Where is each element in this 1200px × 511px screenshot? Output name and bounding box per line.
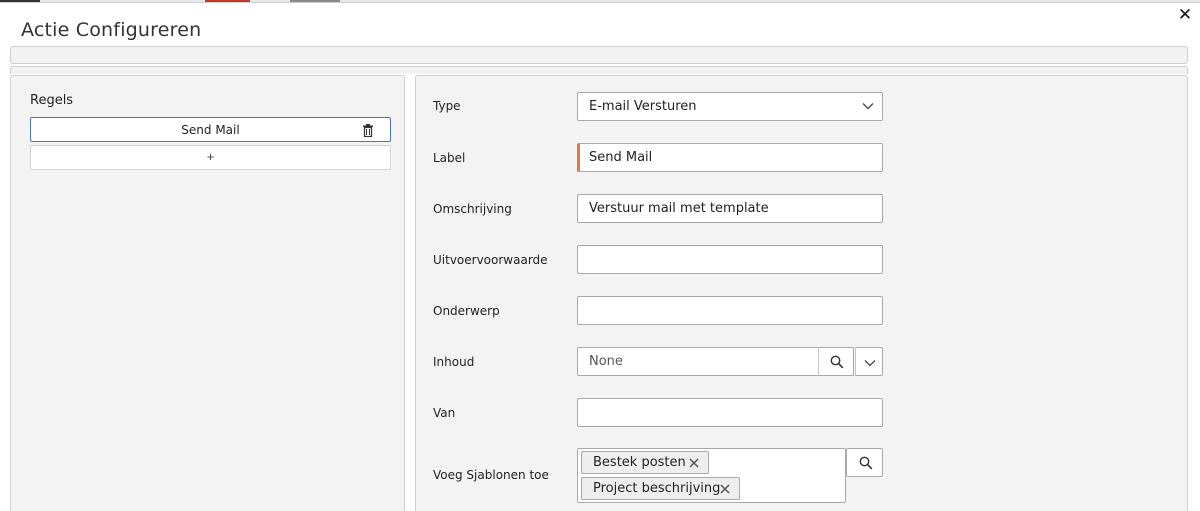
add-rule-button[interactable]: + xyxy=(30,145,391,170)
uitvoervoorwaarde-label: Uitvoervoorwaarde xyxy=(433,253,548,267)
form-panel xyxy=(415,75,1188,511)
type-select-value: E-mail Versturen xyxy=(589,99,697,114)
inhoud-dropdown-button[interactable] xyxy=(855,347,883,376)
trash-icon[interactable] xyxy=(362,124,374,137)
type-select[interactable]: E-mail Versturen xyxy=(577,92,883,121)
remove-tag-icon[interactable] xyxy=(720,484,730,494)
inhoud-search-button[interactable] xyxy=(818,347,854,376)
uitvoervoorwaarde-input[interactable] xyxy=(577,245,883,274)
dialog-title: Actie Configureren xyxy=(21,19,202,41)
sjablonen-multiselect[interactable]: Bestek posten Project beschrijving xyxy=(577,448,846,503)
omschrijving-input[interactable]: Verstuur mail met template xyxy=(577,194,883,223)
rule-item[interactable]: Send Mail xyxy=(30,117,391,142)
dialog-toolbar xyxy=(10,46,1188,64)
rules-panel: Regels Send Mail + xyxy=(10,75,405,511)
rule-item-label: Send Mail xyxy=(181,123,240,137)
search-icon xyxy=(830,355,844,369)
top-strip-segment xyxy=(290,0,340,2)
chevron-down-icon xyxy=(864,360,876,367)
template-tag: Bestek posten xyxy=(581,451,709,474)
label-field-label: Label xyxy=(433,151,466,165)
sjablonen-search-button[interactable] xyxy=(846,448,883,477)
onderwerp-label: Onderwerp xyxy=(433,304,500,318)
onderwerp-input[interactable] xyxy=(577,296,883,325)
inhoud-lookup-input[interactable]: None xyxy=(577,347,819,376)
van-input[interactable] xyxy=(577,398,883,427)
type-label: Type xyxy=(433,99,461,113)
rules-heading: Regels xyxy=(30,93,74,108)
remove-tag-icon[interactable] xyxy=(689,458,699,468)
search-icon xyxy=(859,456,873,470)
van-label: Van xyxy=(433,406,456,420)
chevron-down-icon xyxy=(862,103,874,110)
template-tag-label: Project beschrijving xyxy=(593,481,721,496)
top-strip-segment xyxy=(0,0,40,2)
dialog-subtoolbar xyxy=(10,66,1188,74)
omschrijving-label: Omschrijving xyxy=(433,202,512,216)
top-strip-segment xyxy=(205,0,250,2)
template-tag: Project beschrijving xyxy=(581,477,740,500)
sjablonen-label: Voeg Sjablonen toe xyxy=(433,468,549,482)
inhoud-label: Inhoud xyxy=(433,355,475,369)
window-top-strip xyxy=(0,0,1200,3)
close-icon[interactable]: ✕ xyxy=(1176,6,1194,24)
template-tag-label: Bestek posten xyxy=(593,455,686,470)
label-input[interactable]: Send Mail xyxy=(577,143,883,172)
